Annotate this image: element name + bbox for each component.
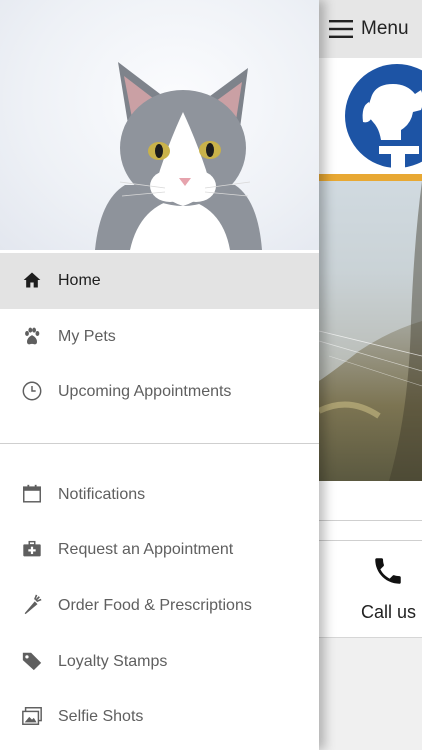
bottom-panel bbox=[319, 637, 422, 750]
nav-item-request-appointment[interactable]: Request an Appointment bbox=[0, 522, 319, 578]
calendar-icon bbox=[21, 483, 43, 505]
clinic-logo bbox=[319, 58, 422, 174]
tag-icon bbox=[21, 650, 43, 672]
carrot-icon bbox=[21, 594, 43, 616]
nav-item-order-food[interactable]: Order Food & Prescriptions bbox=[0, 578, 319, 634]
content-spacer bbox=[319, 481, 422, 521]
nav-item-home[interactable]: Home bbox=[0, 253, 319, 309]
phone-icon bbox=[375, 558, 401, 584]
home-icon bbox=[21, 269, 43, 291]
nav-item-label: Selfie Shots bbox=[58, 708, 144, 725]
nav-item-label: Upcoming Appointments bbox=[58, 383, 232, 400]
nav-item-label: Notifications bbox=[58, 486, 146, 503]
nav-item-selfie-shots[interactable]: Selfie Shots bbox=[0, 689, 319, 745]
paw-icon bbox=[21, 325, 43, 347]
nav-item-label: Order Food & Prescriptions bbox=[58, 597, 252, 614]
nav-item-upcoming-appointments[interactable]: Upcoming Appointments bbox=[0, 364, 319, 420]
accent-strip bbox=[319, 174, 422, 181]
photos-icon bbox=[21, 705, 43, 727]
nav-item-my-pets[interactable]: My Pets bbox=[0, 309, 319, 365]
nav-item-label: Request an Appointment bbox=[58, 541, 234, 558]
call-us-button[interactable]: Call us bbox=[319, 541, 422, 637]
nav-item-label: Loyalty Stamps bbox=[58, 653, 168, 670]
top-bar: Menu bbox=[319, 0, 422, 58]
call-us-label: Call us bbox=[361, 602, 417, 622]
side-drawer: Home My Pets Upcoming Appointments Notif… bbox=[0, 0, 319, 750]
drawer-divider bbox=[0, 443, 319, 444]
hero-image bbox=[319, 181, 422, 481]
menu-label: Menu bbox=[361, 18, 409, 39]
hamburger-icon bbox=[329, 20, 353, 38]
clock-icon bbox=[21, 380, 43, 402]
menu-button[interactable]: Menu bbox=[329, 17, 409, 41]
cat-photo bbox=[0, 0, 319, 250]
nav-item-loyalty-stamps[interactable]: Loyalty Stamps bbox=[0, 634, 319, 690]
nav-item-notifications[interactable]: Notifications bbox=[0, 467, 319, 523]
nav-item-label: My Pets bbox=[58, 328, 116, 345]
medical-kit-icon bbox=[21, 538, 43, 560]
nav-item-label: Home bbox=[58, 272, 101, 289]
